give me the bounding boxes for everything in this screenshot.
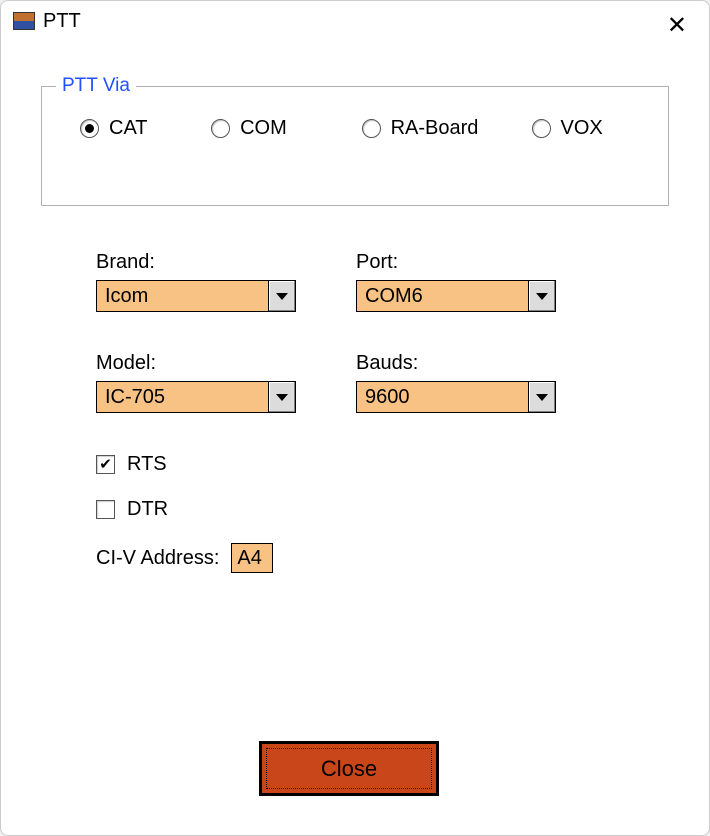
radio-label: RA-Board [391, 117, 479, 140]
port-value: COM6 [357, 281, 528, 311]
ptt-dialog: PTT ✕ PTT Via CAT COM RA-Board [0, 0, 710, 836]
bauds-value: 9600 [357, 382, 528, 412]
titlebar: PTT ✕ [1, 1, 709, 41]
radio-label: COM [240, 117, 287, 140]
radio-icon [211, 119, 230, 138]
radio-label: CAT [109, 117, 148, 140]
bauds-combobox[interactable]: 9600 [356, 381, 556, 413]
model-label: Model: [96, 352, 296, 375]
model-field: Model: IC-705 [96, 352, 296, 413]
checkbox-icon [96, 500, 115, 519]
chevron-down-icon[interactable] [528, 382, 555, 412]
radio-icon [80, 119, 99, 138]
port-field: Port: COM6 [356, 251, 556, 312]
radio-vox[interactable]: VOX [532, 117, 649, 140]
model-combobox[interactable]: IC-705 [96, 381, 296, 413]
content-area: PTT Via CAT COM RA-Board VOX [1, 41, 709, 573]
left-column-extras: ✔ RTS DTR CI-V Address: [96, 453, 296, 573]
brand-label: Brand: [96, 251, 296, 274]
groupbox-legend: PTT Via [56, 75, 136, 97]
brand-field: Brand: Icom [96, 251, 296, 312]
right-column-spacer [356, 453, 556, 573]
form-grid: Brand: Icom Port: COM6 Model: IC-705 [96, 251, 669, 573]
ptt-via-radio-group: CAT COM RA-Board VOX [62, 117, 648, 140]
brand-value: Icom [97, 281, 268, 311]
model-value: IC-705 [97, 382, 268, 412]
radio-com[interactable]: COM [211, 117, 362, 140]
civ-address-field: CI-V Address: [96, 543, 296, 573]
radio-cat[interactable]: CAT [80, 117, 211, 140]
bauds-field: Bauds: 9600 [356, 352, 556, 413]
port-label: Port: [356, 251, 556, 274]
chevron-down-icon[interactable] [268, 382, 295, 412]
civ-label: CI-V Address: [96, 547, 219, 570]
app-icon [13, 12, 35, 30]
dtr-checkbox[interactable]: DTR [96, 498, 296, 521]
port-combobox[interactable]: COM6 [356, 280, 556, 312]
ptt-via-groupbox: PTT Via CAT COM RA-Board VOX [41, 86, 669, 206]
bauds-label: Bauds: [356, 352, 556, 375]
radio-icon [532, 119, 551, 138]
civ-input[interactable] [231, 543, 273, 573]
radio-raboard[interactable]: RA-Board [362, 117, 532, 140]
radio-label: VOX [561, 117, 603, 140]
dtr-label: DTR [127, 498, 168, 521]
rts-checkbox[interactable]: ✔ RTS [96, 453, 296, 476]
chevron-down-icon[interactable] [268, 281, 295, 311]
radio-icon [362, 119, 381, 138]
close-button[interactable]: Close [259, 741, 439, 796]
checkbox-icon: ✔ [96, 455, 115, 474]
window-title: PTT [43, 10, 81, 33]
close-icon[interactable]: ✕ [659, 7, 695, 44]
rts-label: RTS [127, 453, 167, 476]
brand-combobox[interactable]: Icom [96, 280, 296, 312]
chevron-down-icon[interactable] [528, 281, 555, 311]
